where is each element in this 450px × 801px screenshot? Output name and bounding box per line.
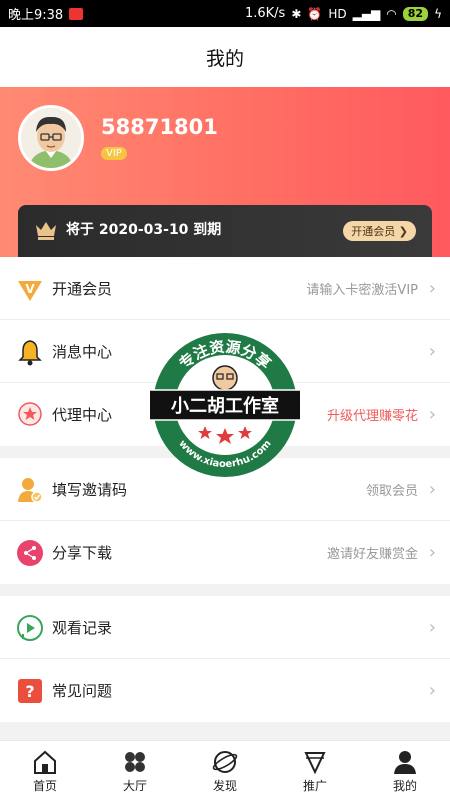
page-title: 我的 <box>205 47 244 70</box>
chevron-right-icon: › <box>428 277 436 299</box>
crown-icon <box>36 222 56 240</box>
nav-label: 发现 <box>212 778 237 793</box>
menu-item-hint: 请输入卡密激活VIP <box>306 282 418 298</box>
status-time: 晚上9:38 <box>8 8 64 23</box>
menu-item-open-vip[interactable]: V 开通会员 请输入卡密激活VIP › <box>0 257 450 320</box>
nav-mine[interactable]: 我的 <box>360 741 450 801</box>
menu-item-label: 分享下载 <box>52 544 113 562</box>
nav-label: 我的 <box>392 778 417 793</box>
bell-icon <box>18 340 42 366</box>
nav-hall[interactable]: 大厅 <box>90 741 180 801</box>
menu-item-hint: 领取会员 <box>365 483 418 499</box>
invite-icon <box>18 478 43 503</box>
chevron-right-icon: › <box>428 542 436 563</box>
menu-item-label: 常见问题 <box>52 682 113 700</box>
grid-icon <box>125 751 145 772</box>
user-icon <box>394 750 416 774</box>
faq-icon: ? <box>18 679 42 703</box>
share-icon <box>17 540 43 566</box>
watermark-main-text: 小二胡工作室 <box>171 395 279 417</box>
menu-item-label: 开通会员 <box>52 279 113 298</box>
agent-icon <box>18 402 42 426</box>
menu-item-label: 填写邀请码 <box>52 480 128 499</box>
bluetooth-icon: ✱ <box>291 6 302 21</box>
notification-app-icon <box>69 7 84 20</box>
battery-level: 82 <box>402 6 429 21</box>
nav-discover[interactable]: 发现 <box>180 741 270 801</box>
menu-item-label: 代理中心 <box>52 406 113 424</box>
wifi-icon: ◠ <box>386 6 397 21</box>
menu-item-hint: 邀请好友赚赏金 <box>326 547 418 562</box>
menu-item-hint: 升级代理赚零花 <box>326 409 418 424</box>
menu-item-label: 观看记录 <box>52 618 113 637</box>
charging-icon: ϟ <box>434 6 442 21</box>
open-membership-button[interactable]: 开通会员 ❯ <box>343 221 416 241</box>
planet-icon <box>212 750 238 773</box>
chevron-right-icon: ❯ <box>398 225 408 238</box>
membership-card[interactable]: 将于 2020-03-10 到期 开通会员 ❯ <box>18 205 432 257</box>
status-bar: 晚上9:38 1.6K/s ✱ ⏰ HD ▂▄▆ ◠ 82 ϟ <box>0 0 450 27</box>
alarm-icon: ⏰ <box>307 6 323 21</box>
title-bar: 我的 <box>0 27 450 87</box>
menu-item-history[interactable]: 观看记录 › <box>0 596 450 659</box>
nav-label: 推广 <box>302 778 327 793</box>
user-id: 58871801 <box>101 115 218 139</box>
nav-label: 大厅 <box>122 778 147 793</box>
signal-label: HD <box>328 6 347 21</box>
avatar-image <box>21 108 81 168</box>
profile-header: 58871801 VIP 将于 2020-03-10 到期 开通会员 ❯ <box>0 87 450 257</box>
nav-promote[interactable]: 推广 <box>270 741 360 801</box>
watermark-logo: 专注资源分享 www.xiaoerhu.com 小二胡工作室 <box>145 330 305 480</box>
menu-item-label: 消息中心 <box>52 342 113 361</box>
chevron-right-icon: › <box>428 478 436 500</box>
svg-text:V: V <box>25 282 35 296</box>
vip-icon: V <box>18 281 42 301</box>
nav-home[interactable]: 首页 <box>0 741 90 801</box>
chevron-right-icon: › <box>428 616 436 638</box>
menu-item-share[interactable]: 分享下载 邀请好友赚赏金 › <box>0 521 450 584</box>
cellular-signal-icon: ▂▄▆ <box>352 6 381 21</box>
menu-group-3: 观看记录 › ? 常见问题 › <box>0 596 450 722</box>
vip-badge: VIP <box>101 147 127 160</box>
home-icon <box>34 750 56 774</box>
membership-expiry: 将于 2020-03-10 到期 <box>66 222 222 238</box>
avatar[interactable] <box>18 105 84 171</box>
history-icon <box>17 615 43 641</box>
chevron-right-icon: › <box>428 680 436 701</box>
svg-text:?: ? <box>25 682 34 701</box>
open-membership-label: 开通会员 <box>351 225 396 238</box>
menu-item-faq[interactable]: ? 常见问题 › <box>0 659 450 722</box>
bottom-nav: 首页 大厅 发现 推广 我的 <box>0 740 450 801</box>
network-speed: 1.6K/s <box>244 6 286 21</box>
chevron-right-icon: › <box>428 340 436 362</box>
chevron-right-icon: › <box>428 404 436 425</box>
nav-label: 首页 <box>32 778 57 793</box>
diamond-icon <box>304 751 326 774</box>
